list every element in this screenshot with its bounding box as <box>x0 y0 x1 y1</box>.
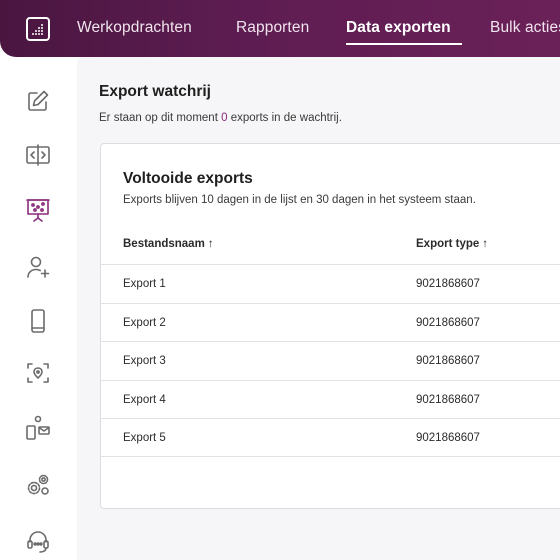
cell-export-type: 9021868607 <box>416 355 480 367</box>
cell-filename: Export 2 <box>123 316 166 329</box>
cell-export-type: 9021868607 <box>416 278 480 290</box>
table-row[interactable]: Export 4 9021868607 <box>101 379 560 419</box>
cell-filename: Export 5 <box>123 432 166 444</box>
column-label: Export type <box>416 238 480 250</box>
app-logo-icon[interactable] <box>26 17 50 41</box>
support-headset-icon[interactable] <box>24 527 52 555</box>
queue-count: 0 <box>221 112 228 124</box>
cell-filename: Export 3 <box>123 355 166 367</box>
mobile-device-icon[interactable] <box>24 307 52 335</box>
completed-exports-card: Voltooide exports Exports blijven 10 dag… <box>100 143 560 509</box>
nav-bulk-acties[interactable]: Bulk acties <box>490 19 560 37</box>
page-title: Export watchrij <box>99 83 211 100</box>
table-row[interactable]: Export 2 9021868607 <box>101 302 560 342</box>
table-row[interactable]: Export 3 9021868607 <box>101 341 560 380</box>
nav-rapporten[interactable]: Rapporten <box>236 19 309 37</box>
cell-export-type: 9021868607 <box>416 393 480 406</box>
card-title: Voltooide exports <box>123 170 253 187</box>
column-header-bestandsnaam[interactable]: Bestandsnaam ↑ <box>123 238 214 250</box>
gears-icon[interactable] <box>24 471 52 499</box>
column-label: Bestandsnaam <box>123 238 205 250</box>
split-view-icon[interactable] <box>24 141 52 169</box>
cell-export-type: 9021868607 <box>416 316 480 329</box>
device-mail-icon[interactable] <box>24 413 52 441</box>
table-row[interactable]: Export 5 9021868607 <box>101 418 560 457</box>
column-header-export-type[interactable]: Export type ↑ <box>416 238 488 250</box>
nav-data-exporten[interactable]: Data exporten <box>346 19 451 37</box>
nav-werkopdrachten[interactable]: Werkopdrachten <box>77 19 192 37</box>
cell-filename: Export 4 <box>123 393 166 406</box>
queue-prefix: Er staan op dit moment <box>99 112 218 124</box>
sort-arrow-icon[interactable]: ↑ <box>482 238 488 250</box>
cell-filename: Export 1 <box>123 278 166 290</box>
sort-arrow-icon[interactable]: ↑ <box>208 238 214 250</box>
edit-icon[interactable] <box>24 87 52 115</box>
add-user-icon[interactable] <box>24 253 52 281</box>
presentation-board-icon[interactable] <box>24 195 52 223</box>
active-nav-indicator <box>346 43 462 45</box>
sidebar <box>0 57 77 560</box>
table-row[interactable]: Export 1 9021868607 <box>101 264 560 303</box>
queue-status-text: Er staan op dit moment 0 exports in de w… <box>99 112 342 124</box>
top-navigation-bar: Werkopdrachten Rapporten Data exporten B… <box>0 0 560 57</box>
card-subtitle: Exports blijven 10 dagen in de lijst en … <box>123 194 476 206</box>
main-content: Export watchrij Er staan op dit moment 0… <box>77 57 560 560</box>
scan-target-icon[interactable] <box>24 359 52 387</box>
cell-export-type: 9021868607 <box>416 432 480 444</box>
queue-suffix: exports in de wachtrij. <box>230 112 342 124</box>
